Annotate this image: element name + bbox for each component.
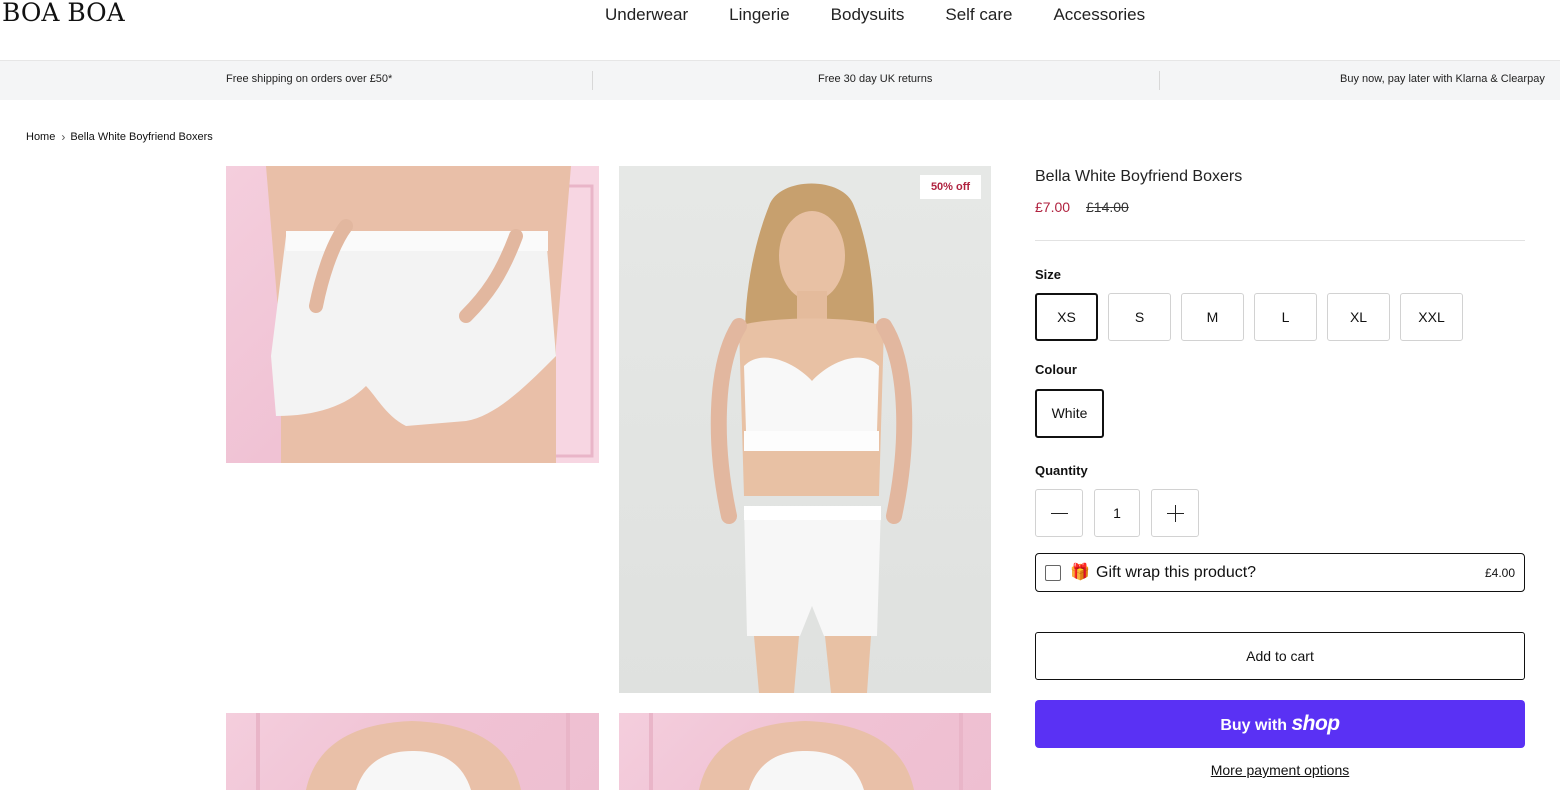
sale-price: £7.00 <box>1035 199 1071 215</box>
quantity-decrease-button[interactable] <box>1035 489 1083 537</box>
breadcrumb-current: Bella White Boyfriend Boxers <box>70 131 213 143</box>
original-price: £14.00 <box>1086 199 1129 215</box>
announcement-divider <box>592 71 593 90</box>
size-option-xxl[interactable]: XXL <box>1400 293 1463 341</box>
announcement-payments: Buy now, pay later with Klarna & Clearpa… <box>1340 73 1545 85</box>
gift-wrap-option[interactable]: 🎁 Gift wrap this product? £4.00 <box>1035 553 1525 592</box>
nav-item-underwear[interactable]: Underwear <box>605 5 688 25</box>
site-header: BOA BOA Underwear Lingerie Bodysuits Sel… <box>0 0 1560 60</box>
more-payment-options-link[interactable]: More payment options <box>1035 762 1525 778</box>
colour-option-white[interactable]: White <box>1035 389 1104 438</box>
gift-wrap-price: £4.00 <box>1484 566 1515 580</box>
gift-wrap-checkbox[interactable] <box>1045 565 1061 581</box>
size-option-s[interactable]: S <box>1108 293 1171 341</box>
buy-with-label: Buy with <box>1220 717 1288 734</box>
minus-icon <box>1051 513 1068 514</box>
product-title: Bella White Boyfriend Boxers <box>1035 168 1243 185</box>
product-photo-illustration <box>266 166 599 463</box>
size-option-m[interactable]: M <box>1181 293 1244 341</box>
product-photo-illustration <box>649 713 963 790</box>
nav-item-bodysuits[interactable]: Bodysuits <box>831 5 905 25</box>
announcement-shipping: Free shipping on orders over £50* <box>226 73 393 85</box>
divider <box>1035 240 1525 241</box>
add-to-cart-button[interactable]: Add to cart <box>1035 632 1525 680</box>
product-image-back-2[interactable] <box>619 713 991 790</box>
site-logo[interactable]: BOA BOA <box>2 0 125 27</box>
nav-item-lingerie[interactable]: Lingerie <box>729 5 790 25</box>
announcement-divider <box>1159 71 1160 90</box>
breadcrumb: Home › Bella White Boyfriend Boxers <box>26 130 213 144</box>
quantity-label: Quantity <box>1035 463 1088 478</box>
size-label: Size <box>1035 267 1062 282</box>
announcement-bar: Free shipping on orders over £50* Free 3… <box>0 60 1560 100</box>
plus-icon-vertical <box>1175 505 1176 522</box>
product-photo-illustration <box>256 713 570 790</box>
shop-pay-logo: shop <box>1291 712 1340 735</box>
breadcrumb-home[interactable]: Home <box>26 131 55 143</box>
gift-wrap-label: Gift wrap this product? <box>1096 564 1257 581</box>
size-option-xl[interactable]: XL <box>1327 293 1390 341</box>
product-photo-illustration <box>710 183 913 693</box>
nav-item-self-care[interactable]: Self care <box>945 5 1012 25</box>
discount-badge: 50% off <box>920 175 981 199</box>
size-option-l[interactable]: L <box>1254 293 1317 341</box>
product-image-back-1[interactable] <box>226 713 599 790</box>
product-image-model[interactable] <box>619 166 991 693</box>
nav-item-accessories[interactable]: Accessories <box>1053 5 1145 25</box>
quantity-input[interactable]: 1 <box>1094 489 1140 537</box>
size-option-xs[interactable]: XS <box>1035 293 1098 341</box>
product-image-front-closeup[interactable] <box>226 166 599 463</box>
buy-with-shop-button[interactable]: Buy with shop <box>1035 700 1525 748</box>
colour-label: Colour <box>1035 362 1077 377</box>
main-nav: Underwear Lingerie Bodysuits Self care A… <box>605 5 1186 25</box>
announcement-returns: Free 30 day UK returns <box>818 73 933 85</box>
quantity-increase-button[interactable] <box>1151 489 1199 537</box>
gift-icon: 🎁 <box>1070 564 1090 581</box>
chevron-right-icon: › <box>61 130 66 144</box>
